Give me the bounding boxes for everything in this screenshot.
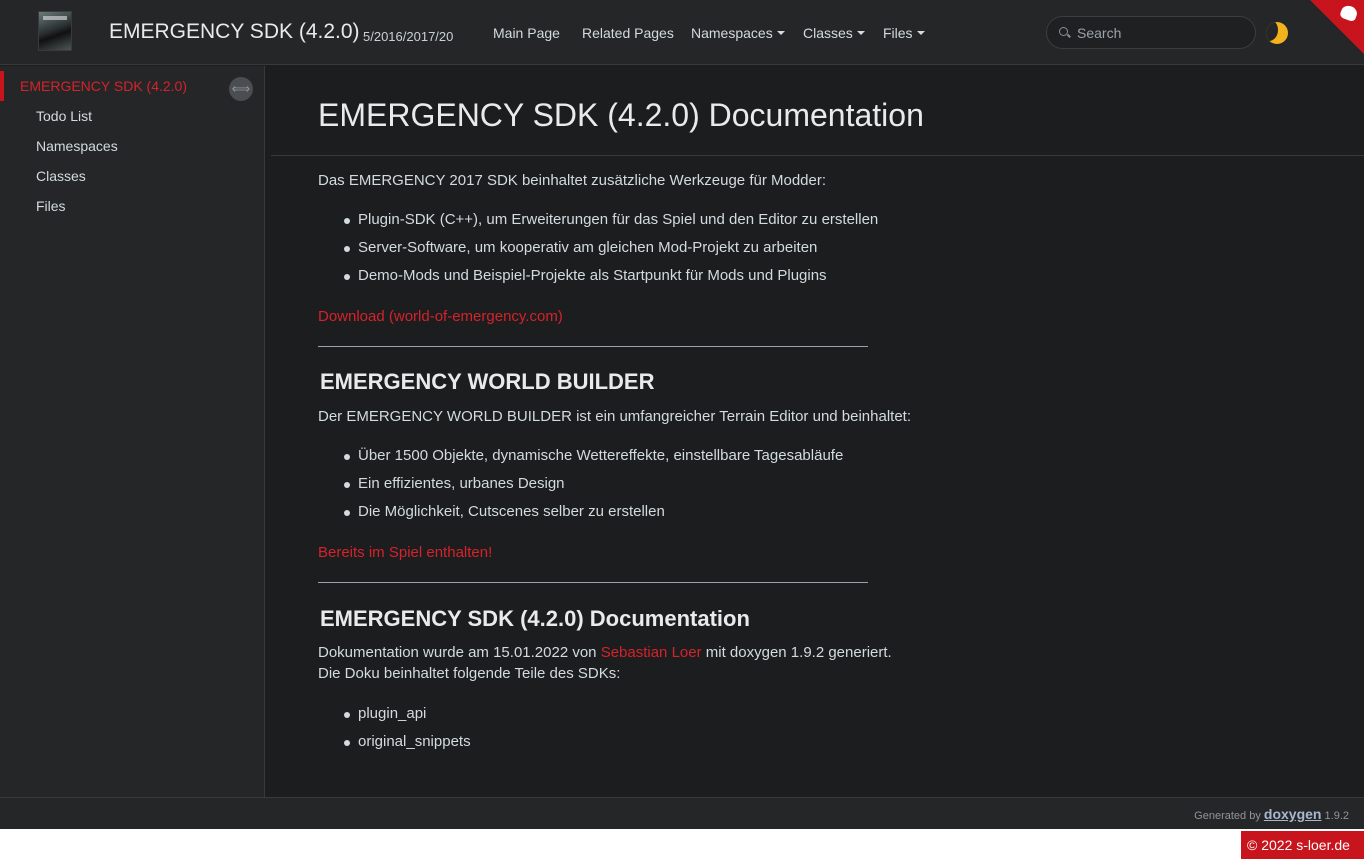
sdk-intro: Das EMERGENCY 2017 SDK beinhaltet zusätz…: [318, 172, 827, 189]
search-box: [1046, 16, 1256, 49]
nav-main-page[interactable]: Main Page: [493, 25, 560, 41]
documentation-text-post: mit doxygen 1.9.2 generiert.: [701, 644, 892, 661]
search-input[interactable]: [1077, 23, 1247, 43]
sidebar-item-home[interactable]: EMERGENCY SDK (4.2.0): [20, 78, 187, 94]
top-bar: EMERGENCY SDK (4.2.0) 5/2016/2017/20 Mai…: [0, 0, 1364, 65]
nav-related-pages[interactable]: Related Pages: [582, 25, 674, 41]
nav-namespaces[interactable]: Namespaces: [691, 25, 785, 41]
download-link[interactable]: Download (world-of-emergency.com): [318, 308, 563, 325]
nav-files-label: Files: [883, 25, 913, 41]
sidebar-item-namespaces[interactable]: Namespaces: [36, 138, 118, 154]
moon-icon[interactable]: [1266, 22, 1288, 44]
footer: Generated by doxygen 1.9.2: [0, 797, 1364, 829]
documentation-text-line2: Die Doku beinhaltet folgende Teile des S…: [318, 665, 621, 682]
chevron-down-icon: [776, 31, 785, 35]
project-name: EMERGENCY SDK (4.2.0): [109, 20, 360, 43]
chevron-down-icon: [856, 31, 865, 35]
list-item: Ein effizientes, urbanes Design: [344, 475, 565, 492]
list-item: Plugin-SDK (C++), um Erweiterungen für d…: [343, 211, 879, 228]
github-corner-ribbon[interactable]: [1310, 0, 1364, 54]
bottom-strip: © 2022 s-loer.de: [0, 829, 1364, 859]
doxygen-link[interactable]: doxygen: [1264, 806, 1322, 822]
generated-by-label: Generated by: [1194, 810, 1261, 822]
doxygen-version: 1.9.2: [1324, 810, 1349, 822]
sidebar-item-todo-list[interactable]: Todo List: [36, 108, 92, 124]
chevron-down-icon: [916, 31, 925, 35]
nav-files[interactable]: Files: [883, 25, 925, 41]
list-item: Die Möglichkeit, Cutscenes selber zu ers…: [344, 503, 665, 520]
world-builder-heading: EMERGENCY WORLD BUILDER: [320, 369, 655, 394]
list-item: plugin_api: [343, 705, 427, 722]
page-title: EMERGENCY SDK (4.2.0) Documentation: [318, 97, 924, 133]
nav-classes[interactable]: Classes: [803, 25, 865, 41]
world-builder-link[interactable]: Bereits im Spiel enthalten!: [318, 544, 492, 561]
list-item: Demo-Mods und Beispiel-Projekte als Star…: [344, 267, 827, 284]
documentation-text-pre: Dokumentation wurde am 15.01.2022 von: [318, 644, 601, 661]
sidebar-item-classes[interactable]: Classes: [36, 168, 86, 184]
list-item: Über 1500 Objekte, dynamische Wettereffe…: [343, 447, 844, 464]
generated-by: Generated by doxygen 1.9.2: [1194, 806, 1349, 822]
documentation-heading: EMERGENCY SDK (4.2.0) Documentation: [320, 606, 750, 631]
sync-arrows-icon[interactable]: ⟺: [229, 77, 253, 101]
documentation-text: Dokumentation wurde am 15.01.2022 von Se…: [318, 644, 892, 661]
nav-namespaces-label: Namespaces: [691, 25, 773, 41]
sidebar: ⟺ EMERGENCY SDK (4.2.0) Todo List Namesp…: [0, 66, 265, 797]
project-number: 5/2016/2017/20: [363, 29, 454, 44]
author-link[interactable]: Sebastian Loer: [601, 644, 702, 661]
list-item: Server-Software, um kooperativ am gleich…: [343, 239, 818, 256]
sidebar-item-files[interactable]: Files: [36, 198, 66, 214]
title-area: EMERGENCY SDK (4.2.0) Documentation: [271, 66, 1364, 156]
sidebar-active-indicator: [0, 71, 4, 101]
nav-classes-label: Classes: [803, 25, 853, 41]
world-builder-intro: Der EMERGENCY WORLD BUILDER ist ein umfa…: [318, 408, 912, 425]
list-item: original_snippets: [344, 733, 471, 750]
divider: [318, 346, 868, 347]
divider: [318, 582, 868, 583]
copyright-badge[interactable]: © 2022 s-loer.de: [1241, 831, 1364, 859]
search-icon[interactable]: [1059, 27, 1068, 36]
project-logo: [38, 11, 72, 51]
